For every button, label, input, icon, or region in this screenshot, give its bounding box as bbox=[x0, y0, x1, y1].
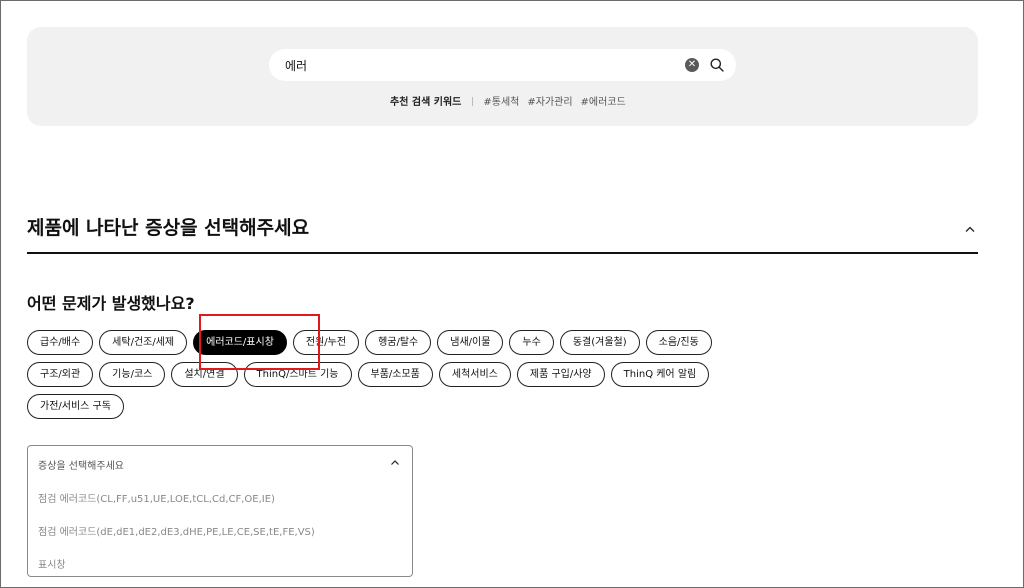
dropdown-option[interactable]: 표시창 bbox=[38, 556, 66, 571]
chip-row: 구조/외관 기능/코스 설치/연결 ThinQ/스마트 기능 부품/소모품 세척… bbox=[27, 362, 787, 387]
dropdown-placeholder[interactable]: 증상을 선택해주세요 bbox=[38, 457, 124, 472]
category-chip[interactable]: 냄새/이물 bbox=[437, 330, 504, 355]
section-title: 제품에 나타난 증상을 선택해주세요 bbox=[27, 217, 310, 239]
chip-row: 가전/서비스 구독 bbox=[27, 394, 787, 419]
search-panel: ✕ 추천 검색 키워드 #통세척 #자가관리 #에러코드 bbox=[27, 27, 978, 126]
category-chip[interactable]: 급수/배수 bbox=[27, 330, 94, 355]
selection-highlight-box bbox=[199, 314, 320, 370]
recommended-keywords: 추천 검색 키워드 #통세척 #자가관리 #에러코드 bbox=[390, 93, 634, 108]
category-chip[interactable]: 동결(겨울철) bbox=[559, 330, 640, 355]
dropdown-option[interactable]: 점검 에러코드(CL,FF,u51,UE,LOE,tCL,Cd,CF,OE,IE… bbox=[38, 490, 275, 505]
keywords-label: 추천 검색 키워드 bbox=[390, 97, 462, 108]
clear-search-icon[interactable]: ✕ bbox=[685, 58, 699, 72]
category-chip[interactable]: 누수 bbox=[509, 330, 554, 355]
category-chip[interactable]: 세척서비스 bbox=[438, 362, 511, 387]
section-divider bbox=[27, 252, 978, 254]
category-chip[interactable]: ThinQ 케어 알림 bbox=[610, 362, 710, 387]
keyword-link[interactable]: #에러코드 bbox=[581, 97, 626, 108]
dropdown-option[interactable]: 점검 에러코드(dE,dE1,dE2,dE3,dHE,PE,LE,CE,SE,t… bbox=[38, 523, 315, 538]
chevron-up-icon[interactable] bbox=[964, 225, 976, 233]
category-chip[interactable]: 헹굼/탈수 bbox=[365, 330, 432, 355]
chevron-up-icon[interactable] bbox=[390, 459, 400, 466]
category-chip[interactable]: 제품 구입/사양 bbox=[516, 362, 605, 387]
category-chips: 급수/배수 세탁/건조/세제 에러코드/표시창 전원/누전 헹굼/탈수 냄새/이… bbox=[27, 330, 787, 426]
keyword-link[interactable]: #자가관리 bbox=[527, 97, 572, 108]
keyword-link[interactable]: #통세척 bbox=[483, 97, 519, 108]
keywords-divider bbox=[472, 97, 474, 106]
search-icon[interactable] bbox=[709, 57, 725, 73]
category-chip[interactable]: 구조/외관 bbox=[27, 362, 94, 387]
category-chip[interactable]: 소음/진동 bbox=[645, 330, 712, 355]
category-chip[interactable]: 세탁/건조/세제 bbox=[99, 330, 188, 355]
chip-row: 급수/배수 세탁/건조/세제 에러코드/표시창 전원/누전 헹굼/탈수 냄새/이… bbox=[27, 330, 787, 355]
category-chip[interactable]: 부품/소모품 bbox=[357, 362, 433, 387]
search-box: ✕ bbox=[269, 49, 736, 81]
symptom-dropdown[interactable]: 증상을 선택해주세요 점검 에러코드(CL,FF,u51,UE,LOE,tCL,… bbox=[27, 445, 413, 577]
question-heading: 어떤 문제가 발생했나요? bbox=[27, 294, 195, 313]
category-chip[interactable]: 가전/서비스 구독 bbox=[27, 394, 124, 419]
search-input[interactable] bbox=[285, 49, 665, 81]
category-chip[interactable]: 기능/코스 bbox=[99, 362, 166, 387]
